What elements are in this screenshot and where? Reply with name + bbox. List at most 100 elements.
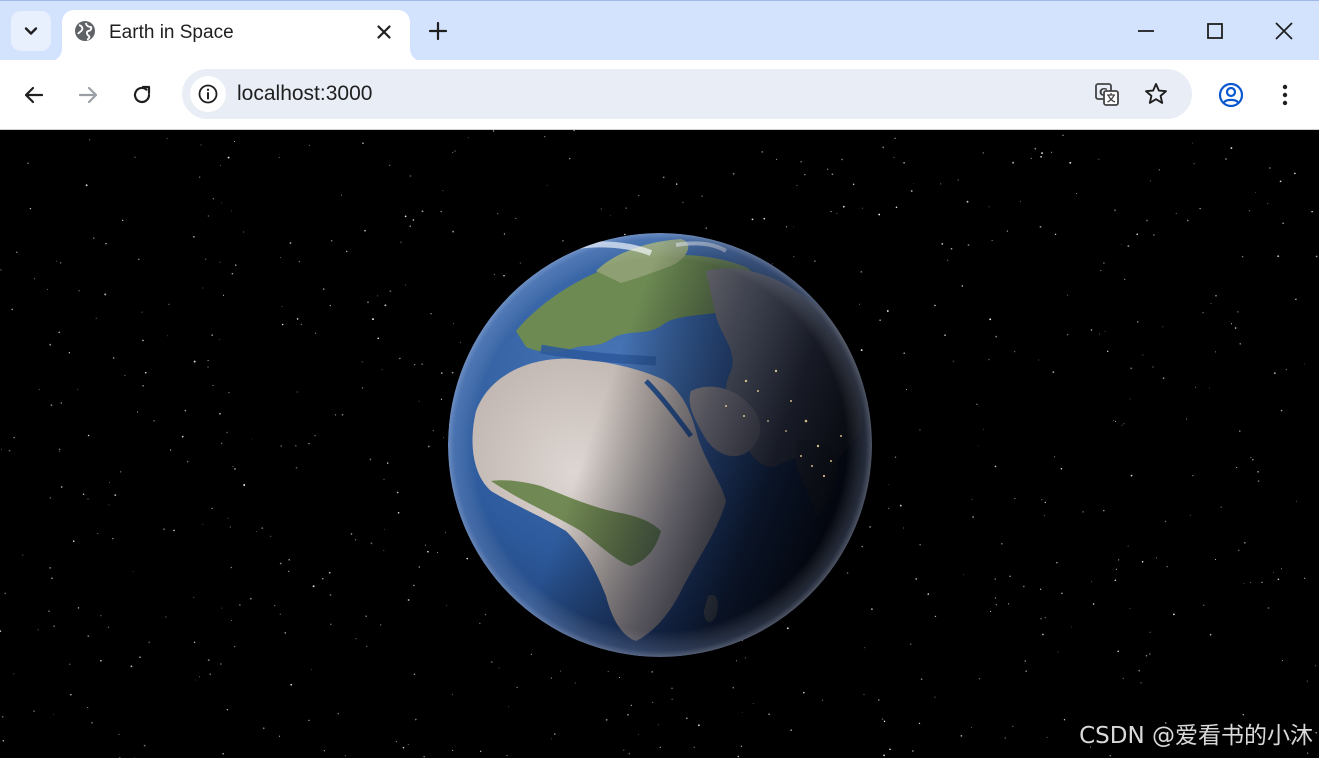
star: [1220, 506, 1222, 508]
star-icon[interactable]: [1143, 81, 1169, 107]
close-icon[interactable]: [1272, 19, 1296, 43]
translate-icon[interactable]: G: [1094, 81, 1120, 107]
star: [311, 669, 312, 671]
star: [1024, 660, 1026, 662]
star: [983, 428, 985, 430]
star: [169, 449, 172, 451]
star: [341, 194, 342, 196]
account-circle-icon[interactable]: [1217, 81, 1245, 109]
star: [506, 754, 508, 757]
star: [675, 183, 678, 185]
star: [1175, 212, 1177, 215]
star: [49, 343, 52, 346]
star: [1158, 169, 1160, 171]
star: [1193, 163, 1195, 165]
star: [270, 535, 272, 537]
arrow-right-icon[interactable]: [75, 82, 101, 108]
star: [193, 641, 196, 643]
star: [915, 577, 918, 580]
star: [279, 562, 282, 565]
star: [69, 663, 71, 665]
star: [211, 507, 213, 510]
star: [1039, 225, 1042, 228]
star: [1307, 752, 1309, 754]
star: [114, 494, 117, 497]
star: [239, 604, 241, 606]
star: [1042, 633, 1044, 636]
star: [370, 542, 373, 545]
star: [87, 498, 89, 500]
star: [961, 285, 964, 287]
star: [229, 526, 231, 528]
star: [249, 597, 252, 600]
info-icon: [198, 84, 218, 104]
star: [1062, 134, 1064, 137]
star: [516, 686, 518, 689]
star: [889, 748, 891, 751]
star: [1063, 719, 1066, 721]
page-viewport[interactable]: CSDN @爱看书的小沐: [0, 130, 1319, 758]
star: [800, 161, 802, 163]
star: [184, 409, 187, 412]
star: [1248, 210, 1251, 212]
maximize-icon[interactable]: [1203, 19, 1227, 43]
star: [610, 215, 611, 217]
star: [2, 740, 5, 742]
star: [995, 335, 998, 338]
star: [990, 610, 992, 612]
tab-strip: Earth in Space: [0, 0, 1319, 61]
star: [1267, 607, 1270, 609]
star: [1114, 420, 1117, 422]
star: [792, 226, 794, 228]
reload-icon[interactable]: [129, 82, 155, 108]
star: [308, 719, 310, 722]
star: [1202, 311, 1204, 314]
star: [619, 676, 620, 678]
close-icon[interactable]: [372, 20, 396, 44]
star: [1162, 326, 1164, 328]
star: [38, 388, 40, 390]
star: [852, 183, 855, 186]
star: [220, 442, 223, 445]
star: [11, 308, 14, 311]
star: [1054, 233, 1057, 235]
star: [1115, 568, 1117, 570]
star: [330, 623, 332, 626]
star: [402, 746, 405, 749]
tab-search-button[interactable]: [11, 11, 51, 51]
url-text[interactable]: localhost:3000: [237, 82, 372, 106]
minimize-icon[interactable]: [1134, 19, 1158, 43]
star: [1014, 351, 1016, 353]
earth-globe[interactable]: [446, 231, 874, 659]
star: [1004, 737, 1006, 739]
star: [740, 745, 742, 747]
star: [383, 550, 385, 552]
star: [138, 258, 140, 261]
active-tab[interactable]: Earth in Space: [62, 10, 410, 61]
site-info-button[interactable]: [190, 76, 226, 112]
star: [1162, 377, 1165, 379]
star: [105, 243, 107, 245]
star: [1, 448, 2, 450]
plus-icon[interactable]: [426, 19, 450, 43]
star: [1022, 585, 1025, 588]
star: [966, 200, 969, 203]
star: [1230, 323, 1233, 325]
star: [395, 740, 398, 743]
kebab-menu-icon[interactable]: [1271, 81, 1299, 109]
star: [413, 584, 415, 587]
star: [389, 164, 391, 166]
star: [1103, 262, 1105, 264]
star: [193, 596, 195, 598]
arrow-left-icon[interactable]: [21, 82, 47, 108]
address-bar[interactable]: localhost:3000 G: [182, 69, 1192, 119]
star: [826, 168, 829, 170]
star: [58, 331, 61, 334]
star: [1261, 581, 1263, 583]
star: [1273, 372, 1276, 374]
star: [1122, 677, 1124, 680]
star: [168, 303, 170, 305]
star: [389, 290, 392, 293]
star: [701, 195, 703, 197]
star: [452, 152, 454, 153]
